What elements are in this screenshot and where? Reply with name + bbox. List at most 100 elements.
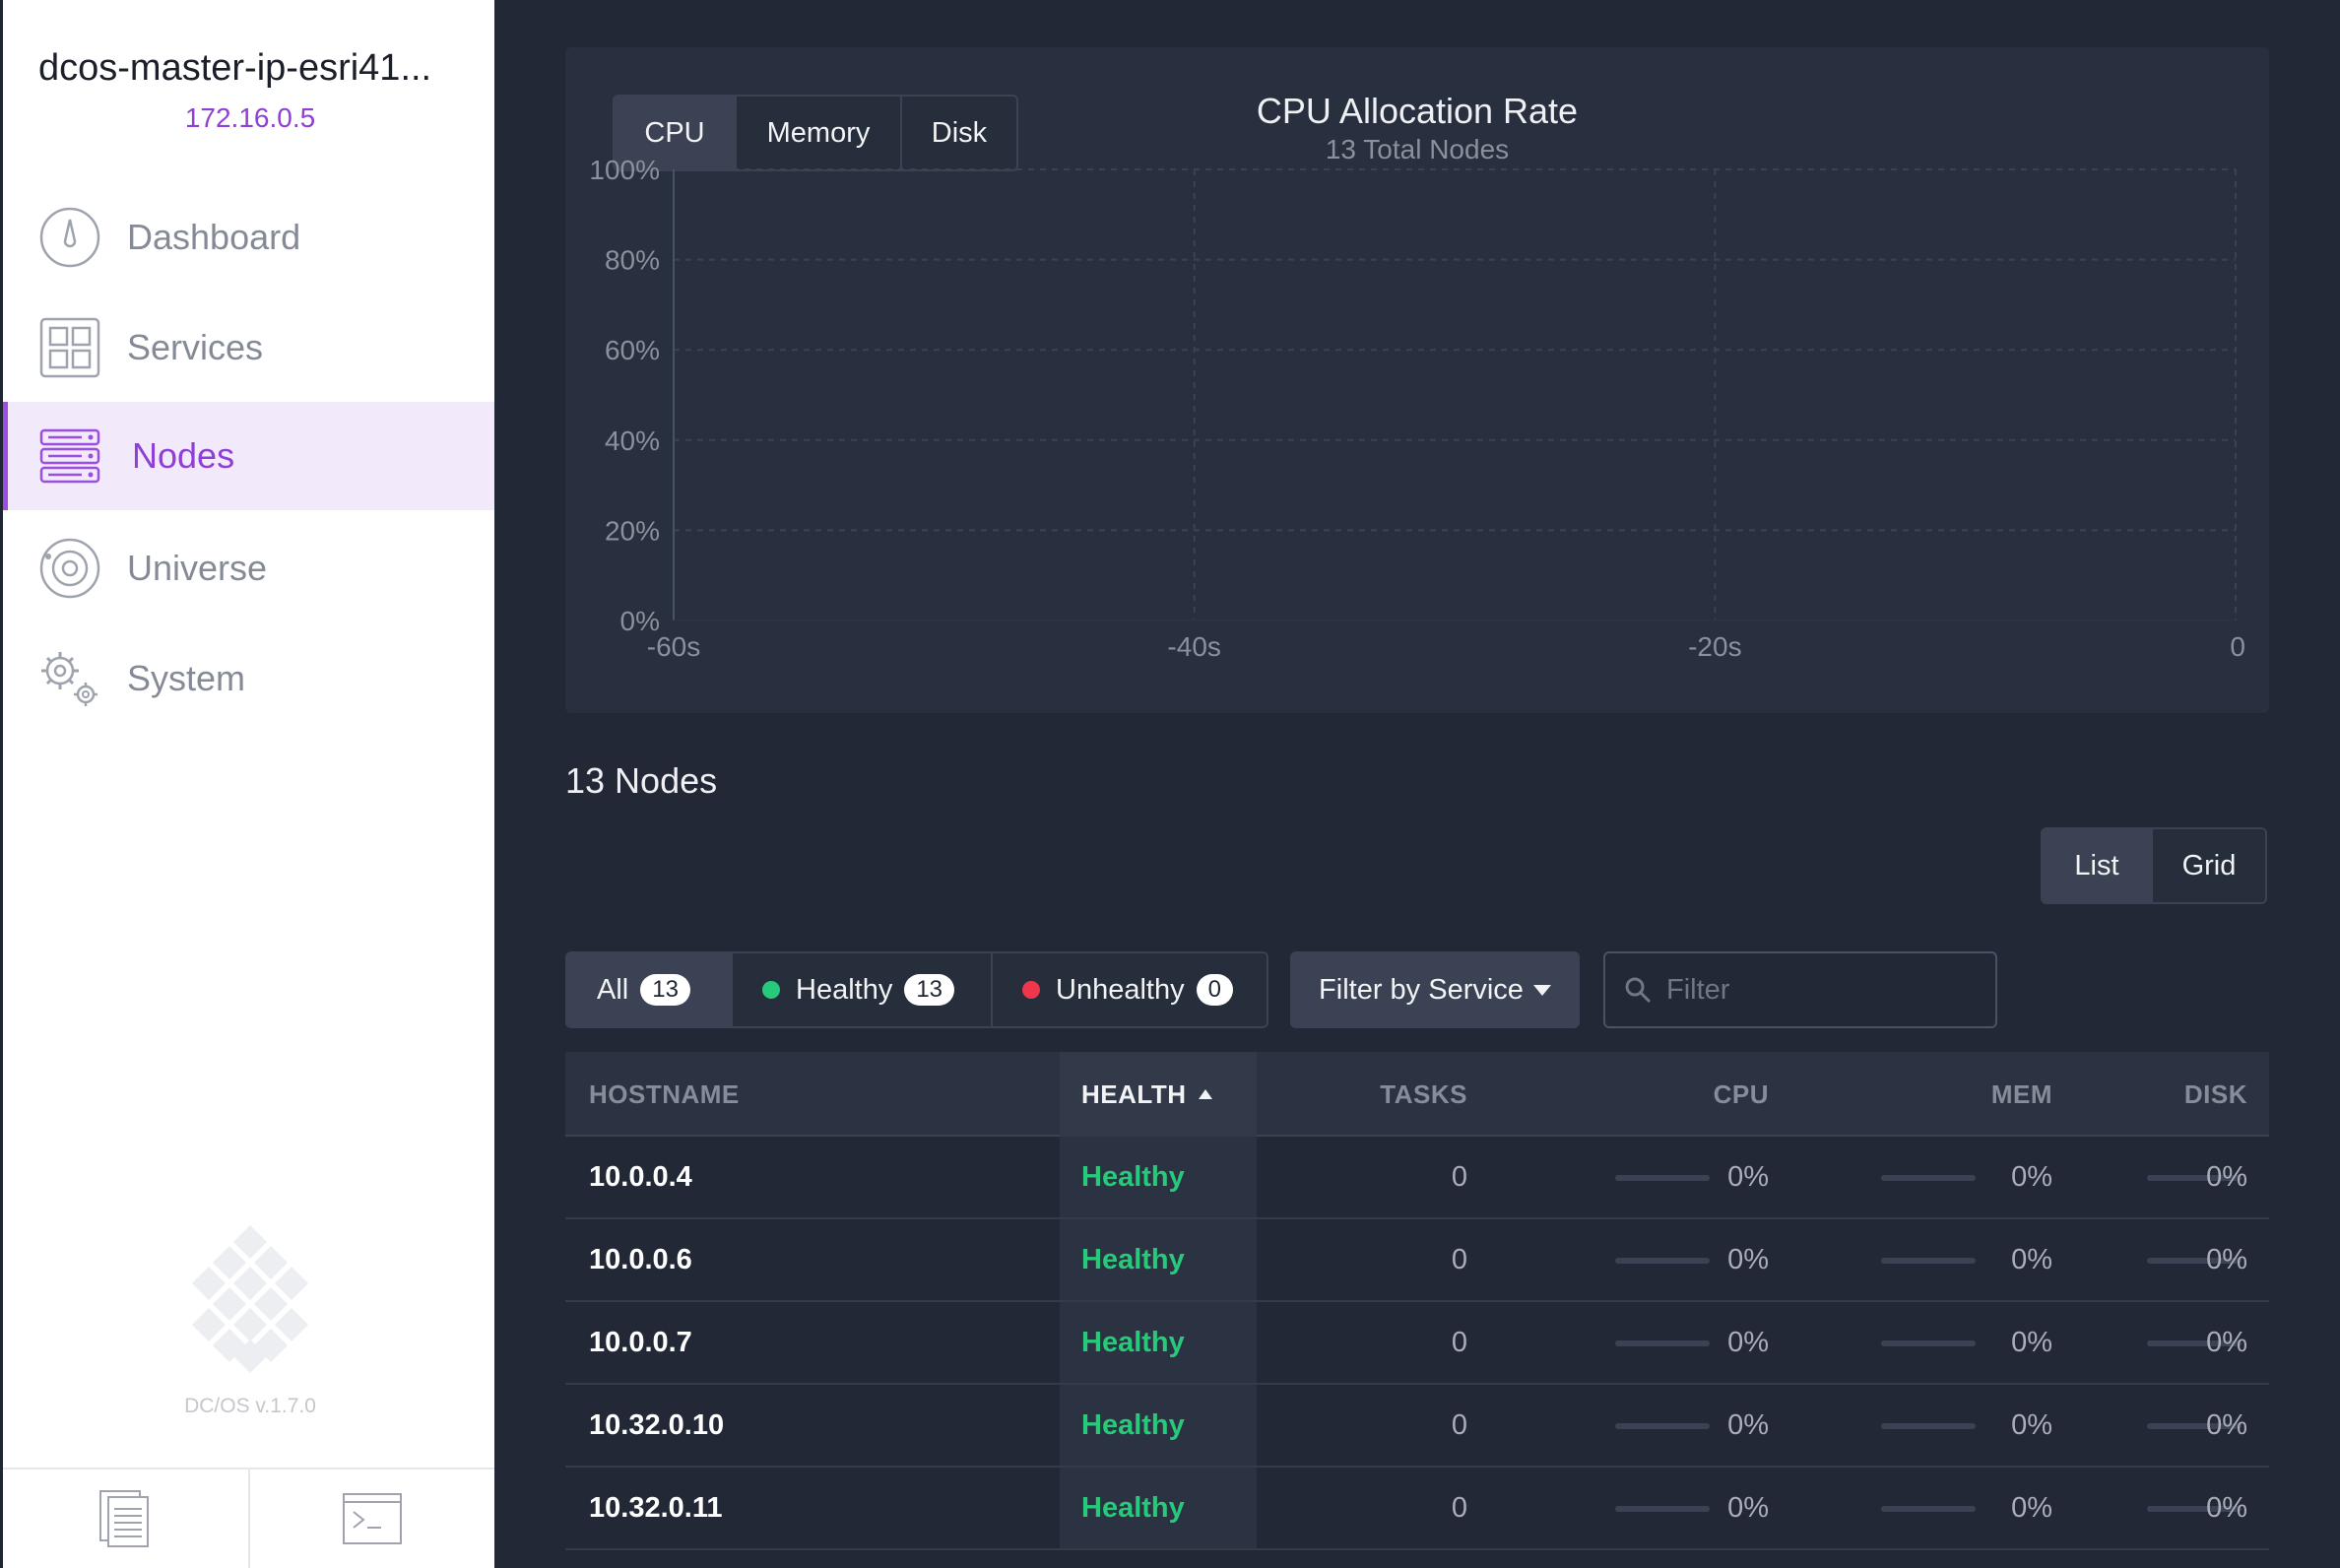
node-cpu: 0% — [1727, 1491, 1769, 1524]
x-tick-label: -20s — [1688, 631, 1741, 662]
table-header: HOSTNAME HEALTH TASKS CPU MEM DISK — [565, 1052, 2269, 1137]
node-health: Healthy — [1081, 1408, 1185, 1441]
x-tick-label: -40s — [1167, 631, 1220, 662]
sidebar-item-nodes[interactable]: Nodes — [3, 402, 494, 510]
filter-healthy-count: 13 — [904, 974, 955, 1006]
cli-terminal-icon — [342, 1493, 402, 1544]
node-hostname[interactable]: 10.0.0.4 — [589, 1137, 692, 1217]
system-icon — [41, 652, 98, 706]
node-disk: 0% — [2206, 1491, 2247, 1524]
column-health[interactable]: HEALTH — [1060, 1052, 1257, 1137]
sidebar: dcos-master-ip-esri41... 172.16.0.5 Dash… — [0, 0, 494, 1568]
search-icon — [1625, 977, 1652, 1004]
table-row[interactable]: 10.32.0.10 Healthy 0 0% 0% 0% — [565, 1385, 2269, 1468]
sidebar-item-services[interactable]: Services — [3, 294, 494, 402]
sort-ascending-icon — [1198, 1089, 1212, 1099]
column-health-label: HEALTH — [1081, 1078, 1187, 1109]
list-view-button[interactable]: List — [2043, 829, 2151, 902]
sidebar-item-label: Dashboard — [127, 217, 301, 257]
node-tasks: 0 — [1451, 1326, 1467, 1358]
node-cpu: 0% — [1727, 1408, 1769, 1441]
column-disk[interactable]: DISK — [2131, 1052, 2247, 1137]
node-disk: 0% — [2206, 1408, 2247, 1441]
cpu-allocation-panel: CPU Memory Disk CPU Allocation Rate 13 T… — [565, 47, 2269, 713]
cluster-ip: 172.16.0.5 — [184, 102, 316, 133]
node-hostname[interactable]: 10.0.0.6 — [589, 1219, 692, 1300]
table-row[interactable]: 10.0.0.4 Healthy 0 0% 0% 0% — [565, 1137, 2269, 1219]
node-cpu: 0% — [1727, 1243, 1769, 1275]
view-toggle: List Grid — [2041, 827, 2267, 904]
node-health: Healthy — [1081, 1243, 1185, 1275]
node-search — [1603, 951, 1997, 1028]
dcos-version: DC/OS v.1.7.0 — [184, 1395, 316, 1417]
documentation-button[interactable] — [3, 1470, 248, 1568]
unhealthy-dot-icon — [1022, 981, 1040, 999]
node-tasks: 0 — [1451, 1491, 1467, 1524]
filter-unhealthy[interactable]: Unhealthy 0 — [991, 953, 1267, 1026]
filter-all-count: 13 — [640, 974, 690, 1006]
nodes-icon — [39, 428, 100, 484]
node-disk: 0% — [2206, 1243, 2247, 1275]
universe-icon — [39, 538, 100, 599]
node-disk: 0% — [2206, 1160, 2247, 1193]
node-disk: 0% — [2206, 1326, 2247, 1358]
x-tick-label: 0 — [2230, 631, 2245, 662]
sidebar-item-label: Nodes — [132, 435, 235, 476]
filter-unhealthy-count: 0 — [1196, 974, 1233, 1006]
y-tick-label: 60% — [605, 335, 660, 365]
node-mem: 0% — [2011, 1243, 2052, 1275]
nodes-table: HOSTNAME HEALTH TASKS CPU MEM DISK 10.0.… — [565, 1052, 2269, 1550]
cli-button[interactable] — [247, 1470, 495, 1568]
node-tasks: 0 — [1451, 1160, 1467, 1193]
filter-by-service-dropdown[interactable]: Filter by Service — [1290, 951, 1580, 1028]
node-tasks: 0 — [1451, 1408, 1467, 1441]
column-cpu[interactable]: CPU — [1599, 1052, 1769, 1137]
sidebar-item-universe[interactable]: Universe — [3, 514, 494, 622]
column-tasks[interactable]: TASKS — [1369, 1052, 1467, 1137]
filter-healthy-label: Healthy — [796, 973, 893, 1006]
cluster-name[interactable]: dcos-master-ip-esri41... — [38, 47, 472, 90]
sidebar-footer — [3, 1468, 494, 1568]
node-hostname[interactable]: 10.32.0.11 — [589, 1468, 722, 1548]
node-cpu: 0% — [1727, 1326, 1769, 1358]
node-mem: 0% — [2011, 1408, 2052, 1441]
node-health: Healthy — [1081, 1160, 1185, 1193]
filter-by-service-label: Filter by Service — [1319, 973, 1524, 1006]
node-mem: 0% — [2011, 1160, 2052, 1193]
cpu-allocation-chart: 100%80%60%40%20%0%-60s -40s -20s 0 — [589, 155, 2245, 662]
dashboard-icon — [39, 207, 100, 268]
node-health: Healthy — [1081, 1491, 1185, 1524]
column-hostname[interactable]: HOSTNAME — [589, 1052, 740, 1137]
sidebar-item-label: System — [127, 658, 246, 698]
y-tick-label: 100% — [589, 155, 660, 185]
sidebar-item-system[interactable]: System — [3, 624, 494, 733]
services-icon — [39, 317, 100, 378]
x-tick-label: -60s — [647, 631, 700, 662]
nodes-count: 13 Nodes — [565, 760, 718, 801]
node-mem: 0% — [2011, 1491, 2052, 1524]
sidebar-item-dashboard[interactable]: Dashboard — [3, 183, 494, 292]
table-row[interactable]: 10.0.0.7 Healthy 0 0% 0% 0% — [565, 1302, 2269, 1385]
caret-down-icon — [1532, 984, 1551, 996]
y-tick-label: 40% — [605, 425, 660, 456]
y-tick-label: 20% — [605, 515, 660, 546]
filter-unhealthy-label: Unhealthy — [1056, 973, 1185, 1006]
node-search-input[interactable] — [1666, 973, 1982, 1007]
filter-all-label: All — [597, 973, 629, 1006]
node-hostname[interactable]: 10.0.0.7 — [589, 1302, 692, 1383]
filter-healthy[interactable]: Healthy 13 — [731, 953, 991, 1026]
dcos-logo — [192, 1225, 308, 1373]
grid-view-button[interactable]: Grid — [2151, 829, 2265, 902]
table-body: 10.0.0.4 Healthy 0 0% 0% 0% 10.0.0.6 Healthy 0 0%… — [565, 1137, 2269, 1550]
table-row[interactable]: 10.32.0.11 Healthy 0 0% 0% 0% — [565, 1468, 2269, 1550]
filter-all[interactable]: All 13 — [567, 953, 731, 1026]
node-tasks: 0 — [1451, 1243, 1467, 1275]
column-mem[interactable]: MEM — [1865, 1052, 2052, 1137]
healthy-dot-icon — [762, 981, 780, 999]
sidebar-item-label: Services — [127, 327, 264, 367]
table-row[interactable]: 10.0.0.6 Healthy 0 0% 0% 0% — [565, 1219, 2269, 1302]
y-tick-label: 80% — [605, 245, 660, 276]
node-health: Healthy — [1081, 1326, 1185, 1358]
node-hostname[interactable]: 10.32.0.10 — [589, 1385, 724, 1466]
node-cpu: 0% — [1727, 1160, 1769, 1193]
